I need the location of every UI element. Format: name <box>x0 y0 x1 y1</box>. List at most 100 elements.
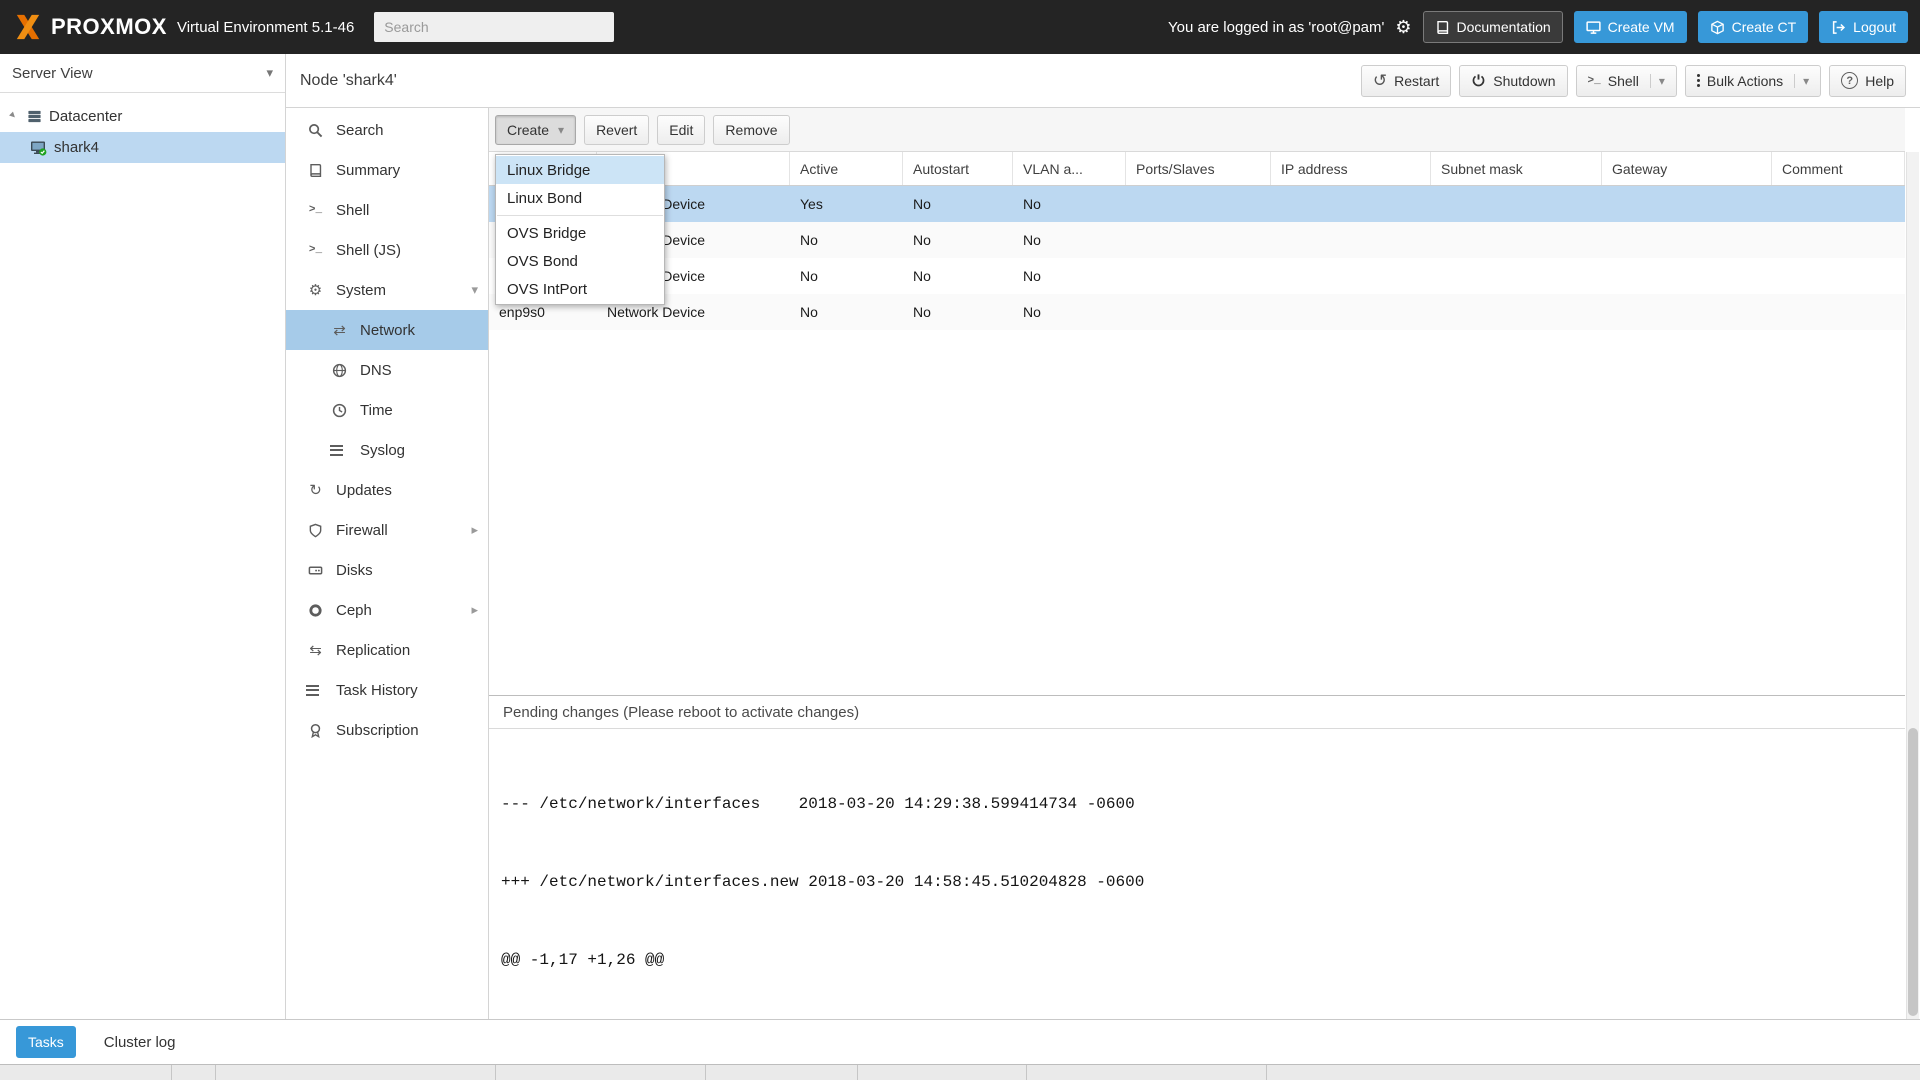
tree-item-shark4[interactable]: shark4 <box>0 132 285 163</box>
node-menu-shell-js[interactable]: >_ Shell (JS) <box>286 230 488 270</box>
menu-item-linux-bridge[interactable]: Linux Bridge <box>496 156 664 184</box>
revert-label: Revert <box>596 121 638 138</box>
cell-gateway <box>1602 258 1772 294</box>
ribbon-icon <box>306 723 325 738</box>
table-row[interactable]: Network Device No No No <box>489 258 1905 294</box>
cell-comment <box>1772 222 1905 258</box>
node-menu-network[interactable]: ⇄ Network <box>286 310 488 350</box>
table-row[interactable]: enp9s0 Network Device No No No <box>489 294 1905 330</box>
restart-button[interactable]: ↺ Restart <box>1360 64 1452 97</box>
replication-icon: ⇆ <box>309 642 322 659</box>
ellipsis-icon <box>1696 74 1700 87</box>
network-toolbar: Create ▾ Revert Edit Remove <box>489 108 1905 152</box>
node-menu-summary[interactable]: Summary <box>286 150 488 190</box>
node-menu-subscription[interactable]: Subscription <box>286 710 488 750</box>
cell-vlan: No <box>1023 304 1041 320</box>
bulk-actions-button[interactable]: Bulk Actions ▾ <box>1684 64 1822 97</box>
menu-item-ovs-bridge[interactable]: OVS Bridge <box>496 219 664 247</box>
create-ct-label: Create CT <box>1731 19 1797 35</box>
col-header-subnet-mask[interactable]: Subnet mask <box>1431 152 1602 185</box>
cell-active: No <box>800 268 818 284</box>
node-menu-system[interactable]: ⚙ System ▾ <box>286 270 488 310</box>
logout-icon <box>1831 20 1846 35</box>
cell-active: No <box>800 304 818 320</box>
shield-icon <box>306 523 325 538</box>
diff-line: +++ /etc/network/interfaces.new 2018-03-… <box>501 873 1145 891</box>
tasks-grid-clipped <box>0 1064 1920 1080</box>
create-dropdown-menu: Linux Bridge Linux Bond OVS Bridge OVS B… <box>495 154 665 305</box>
tree-item-datacenter[interactable]: ▸ Datacenter <box>0 101 285 132</box>
tree-item-label: shark4 <box>54 139 100 156</box>
node-menu-firewall[interactable]: Firewall ▸ <box>286 510 488 550</box>
vertical-scrollbar[interactable] <box>1906 152 1919 1019</box>
node-menu-replication[interactable]: ⇆ Replication <box>286 630 488 670</box>
refresh-icon: ↻ <box>309 482 322 499</box>
brand-title: PROXMOX <box>51 14 167 39</box>
node-menu-task-history[interactable]: Task History <box>286 670 488 710</box>
tasks-button[interactable]: Tasks <box>16 1026 76 1058</box>
node-menu-search[interactable]: Search <box>286 110 488 150</box>
search-input[interactable] <box>374 12 615 42</box>
col-header-ip-address[interactable]: IP address <box>1271 152 1431 185</box>
create-vm-button[interactable]: Create VM <box>1573 11 1687 43</box>
node-menu-disks[interactable]: Disks <box>286 550 488 590</box>
cell-ports <box>1126 186 1271 222</box>
shutdown-button[interactable]: Shutdown <box>1459 64 1568 97</box>
node-menu-syslog[interactable]: Syslog <box>286 430 488 470</box>
view-selector[interactable]: Server View ▾ <box>0 54 285 93</box>
logout-button[interactable]: Logout <box>1819 11 1908 43</box>
diff-line: @@ -1,17 +1,26 @@ <box>501 951 665 969</box>
node-menu-time[interactable]: Time <box>286 390 488 430</box>
bulk-actions-label: Bulk Actions <box>1706 72 1784 89</box>
node-menu-ceph[interactable]: Ceph ▸ <box>286 590 488 630</box>
shell-button[interactable]: >_ Shell ▾ <box>1575 64 1677 97</box>
col-header-autostart[interactable]: Autostart <box>903 152 1013 185</box>
node-menu-dns[interactable]: DNS <box>286 350 488 390</box>
cell-ports <box>1126 294 1271 330</box>
cell-comment <box>1772 258 1905 294</box>
cell-ip <box>1271 222 1431 258</box>
remove-button[interactable]: Remove <box>713 114 790 145</box>
tree-expander-icon[interactable]: ▸ <box>7 108 23 124</box>
col-header-vlan[interactable]: VLAN a... <box>1013 152 1126 185</box>
settings-gear-icon[interactable]: ⚙ <box>1395 17 1411 38</box>
node-menu-updates[interactable]: ↻ Updates <box>286 470 488 510</box>
create-button[interactable]: Create ▾ <box>495 114 577 145</box>
table-row[interactable]: Network Device No No No <box>489 222 1905 258</box>
chevron-down-icon[interactable]: ▾ <box>1794 73 1809 88</box>
cell-autostart: No <box>913 304 931 320</box>
chevron-down-icon[interactable]: ▾ <box>1649 73 1665 88</box>
col-header-active[interactable]: Active <box>790 152 903 185</box>
cell-ip <box>1271 294 1431 330</box>
col-header-ports-slaves[interactable]: Ports/Slaves <box>1126 152 1271 185</box>
pending-diff-view: --- /etc/network/interfaces 2018-03-20 1… <box>489 729 1905 1019</box>
help-label: Help <box>1865 72 1894 89</box>
terminal-icon: >_ <box>308 244 323 256</box>
cluster-log-button[interactable]: Cluster log <box>104 1034 176 1051</box>
documentation-button[interactable]: Documentation <box>1422 11 1563 43</box>
chevron-down-icon: ▾ <box>266 65 273 80</box>
col-header-comment[interactable]: Comment <box>1772 152 1905 185</box>
cube-icon <box>1710 20 1725 35</box>
node-menu-shell[interactable]: >_ Shell <box>286 190 488 230</box>
edit-button[interactable]: Edit <box>657 114 706 145</box>
pending-changes-header: Pending changes (Please reboot to activa… <box>489 695 1905 729</box>
col-header-gateway[interactable]: Gateway <box>1602 152 1772 185</box>
cell-active: No <box>800 232 818 248</box>
create-ct-button[interactable]: Create CT <box>1697 11 1809 43</box>
cell-comment <box>1772 294 1905 330</box>
node-menu: Search Summary >_ Shell >_ Shell (JS) ⚙ … <box>286 108 489 1019</box>
menu-item-ovs-bond[interactable]: OVS Bond <box>496 247 664 275</box>
revert-button[interactable]: Revert <box>584 114 650 145</box>
chevron-right-icon: ▸ <box>471 522 478 537</box>
scrollbar-thumb[interactable] <box>1908 728 1918 1016</box>
menu-label: Updates <box>336 481 392 499</box>
network-panel: Create ▾ Revert Edit Remove Name Type Ac… <box>489 108 1905 1019</box>
node-title: Node 'shark4' <box>300 71 397 89</box>
login-status: You are logged in as 'root@pam' <box>1167 18 1385 36</box>
table-row[interactable]: Network Device Yes No No <box>489 186 1905 222</box>
menu-item-ovs-intport[interactable]: OVS IntPort <box>496 275 664 303</box>
help-button[interactable]: ? Help <box>1829 64 1906 97</box>
cell-vlan: No <box>1023 232 1041 248</box>
menu-item-linux-bond[interactable]: Linux Bond <box>496 184 664 212</box>
